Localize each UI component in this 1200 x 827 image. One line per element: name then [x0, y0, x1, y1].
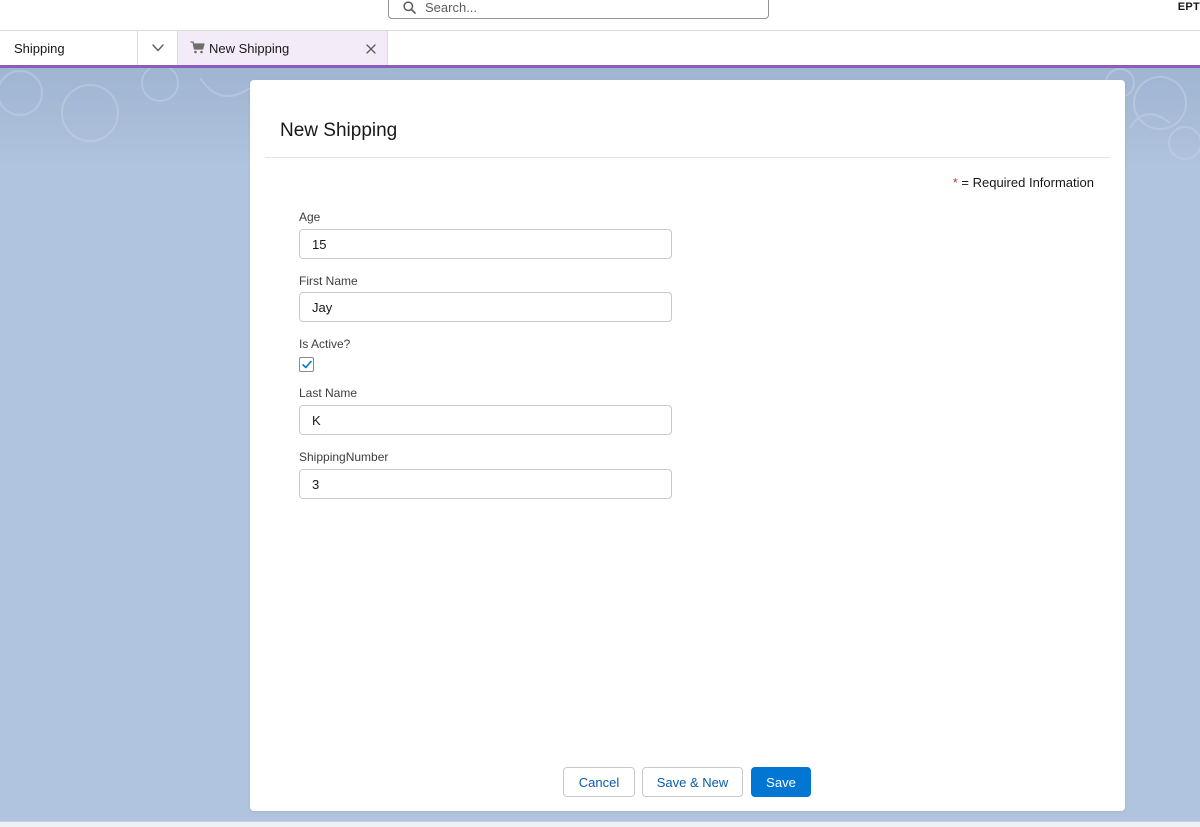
user-profile-label[interactable]: EPT [1178, 1, 1200, 13]
tab-new-shipping[interactable]: New Shipping [178, 31, 388, 65]
last-name-input[interactable] [299, 405, 672, 435]
required-information-note: * = Required Information [953, 175, 1094, 190]
shipping-number-label: ShippingNumber [299, 450, 389, 464]
required-star: * [952, 175, 958, 190]
chevron-down-icon [152, 44, 164, 52]
navigation-menu-button[interactable] [138, 31, 178, 65]
workspace-tab-bar: Shipping New Shipping [0, 31, 1200, 65]
app-name-label: Shipping [14, 41, 65, 56]
save-and-new-button[interactable]: Save & New [642, 767, 743, 797]
required-note-text: = Required Information [961, 175, 1094, 190]
cart-icon [190, 41, 205, 54]
global-search-box[interactable] [388, 0, 769, 19]
search-icon [403, 1, 416, 14]
close-tab-icon[interactable] [366, 44, 376, 54]
modal-title: New Shipping [280, 120, 398, 141]
shipping-number-input[interactable] [299, 469, 672, 499]
checkmark-icon [302, 360, 312, 369]
new-shipping-modal: New Shipping * = Required Information Ag… [250, 80, 1125, 811]
first-name-label: First Name [299, 274, 358, 288]
global-header: EPT [0, 0, 1200, 31]
cancel-button[interactable]: Cancel [563, 767, 635, 797]
bottom-utility-bar [0, 821, 1200, 827]
is-active-checkbox[interactable] [299, 357, 314, 372]
search-input[interactable] [425, 0, 755, 16]
age-input[interactable] [299, 229, 672, 259]
save-button[interactable]: Save [751, 767, 811, 797]
tab-label: New Shipping [209, 41, 290, 56]
first-name-input[interactable] [299, 292, 672, 322]
age-label: Age [299, 210, 321, 224]
app-name: Shipping [0, 31, 138, 65]
is-active-label: Is Active? [299, 337, 351, 351]
last-name-label: Last Name [299, 386, 358, 400]
modal-header-divider [265, 157, 1110, 158]
